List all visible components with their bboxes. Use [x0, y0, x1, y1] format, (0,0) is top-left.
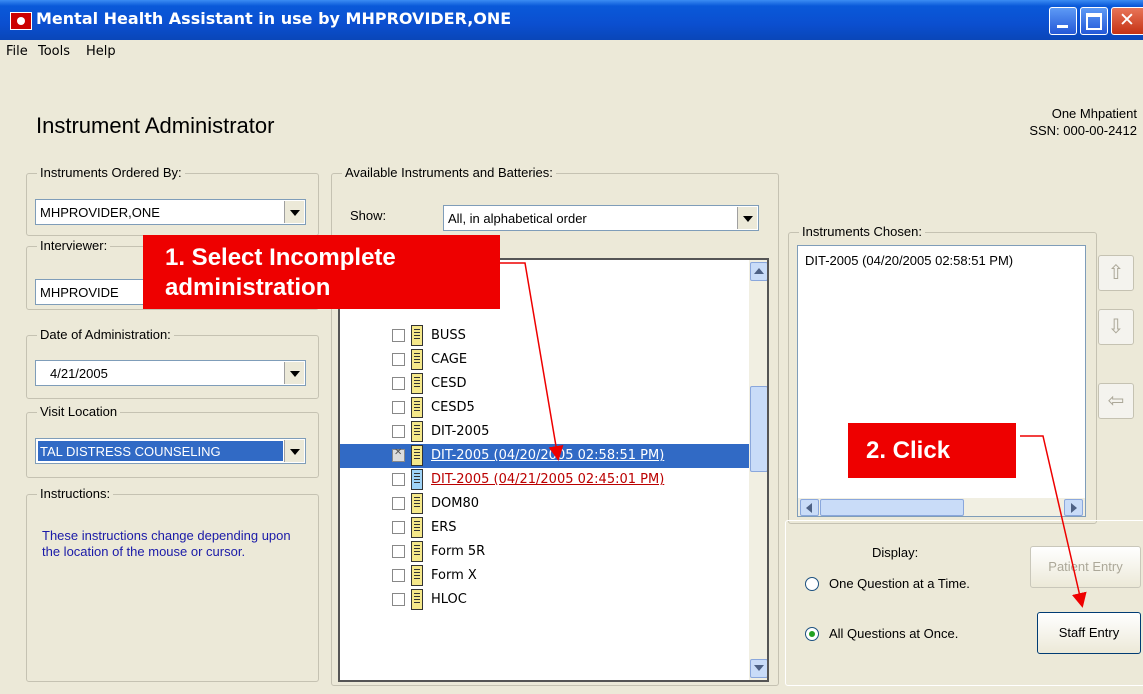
annotation-arrows	[500, 262, 1087, 608]
step2-arrow	[1020, 435, 1087, 608]
step1-arrow	[500, 262, 564, 461]
